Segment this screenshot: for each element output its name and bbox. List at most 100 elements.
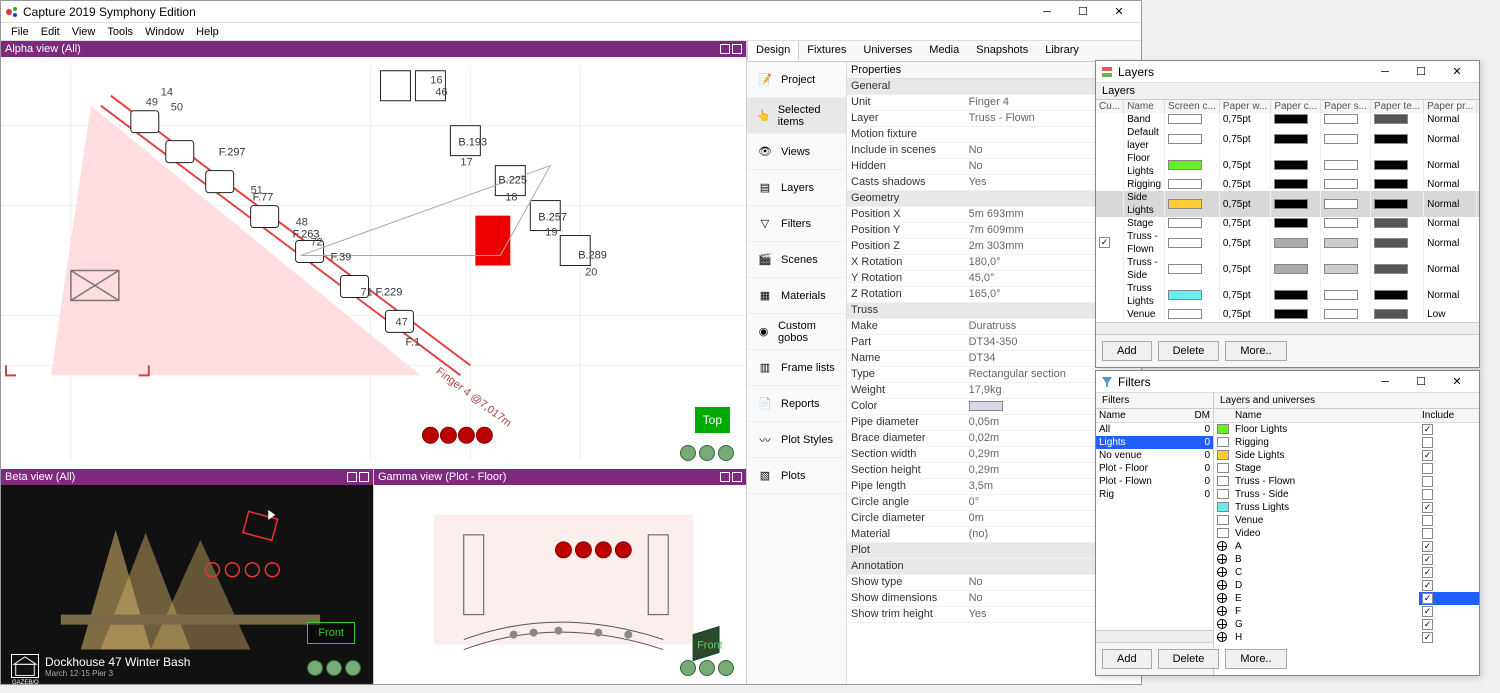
paper-text-swatch[interactable] (1374, 309, 1408, 319)
layers-col-header[interactable]: Cu... (1096, 100, 1124, 113)
menu-tools[interactable]: Tools (101, 26, 139, 38)
tab-universes[interactable]: Universes (855, 41, 921, 61)
filter-target-row[interactable]: Floor Lights (1214, 423, 1479, 437)
paper-color-swatch[interactable] (1274, 160, 1308, 170)
filters-col-name[interactable]: Name (1096, 409, 1182, 423)
alpha-viewport[interactable]: F.297 F.77 F.263 F.39 F.229 F.1 B.193 B.… (1, 57, 746, 469)
layer-row[interactable]: Band0,75ptNormal (1096, 113, 1479, 126)
filter-target-row[interactable]: Video (1214, 527, 1479, 540)
paper-text-swatch[interactable] (1374, 199, 1408, 209)
include-checkbox[interactable] (1422, 502, 1433, 513)
paper-text-swatch[interactable] (1374, 218, 1408, 228)
include-checkbox[interactable] (1422, 515, 1433, 526)
design-nav-scenes[interactable]: 🎬Scenes (747, 242, 846, 278)
paper-color-swatch[interactable] (1274, 179, 1308, 189)
layers-col-header[interactable]: Paper w... (1219, 100, 1270, 113)
paper-priority[interactable]: Low (1424, 308, 1477, 321)
layer-row[interactable]: Default layer0,75ptNormal (1096, 126, 1479, 152)
design-nav-materials[interactable]: ▦Materials (747, 278, 846, 314)
paper-text-swatch[interactable] (1374, 238, 1408, 248)
filter-target-row[interactable]: H (1214, 631, 1479, 644)
maximize-button[interactable]: ☐ (1065, 1, 1101, 23)
include-checkbox[interactable] (1422, 567, 1433, 578)
paper-style-swatch[interactable] (1324, 264, 1358, 274)
include-checkbox[interactable] (1422, 541, 1433, 552)
design-nav-project[interactable]: 📝Project (747, 62, 846, 98)
minimize-button[interactable]: ─ (1029, 1, 1065, 23)
paper-text-swatch[interactable] (1374, 179, 1408, 189)
menu-file[interactable]: File (5, 26, 35, 38)
layers-col-header[interactable]: Paper s... (1321, 100, 1371, 113)
paper-style-swatch[interactable] (1324, 114, 1358, 124)
gamma-tool-2[interactable] (699, 660, 715, 676)
tab-library[interactable]: Library (1037, 41, 1088, 61)
paper-weight[interactable]: 0,75pt (1219, 191, 1270, 217)
filter-row[interactable]: Lights0 (1096, 436, 1213, 449)
layers-table[interactable]: Cu...NameScreen c...Paper w...Paper c...… (1096, 100, 1479, 322)
tab-fixtures[interactable]: Fixtures (799, 41, 855, 61)
layers-maximize-button[interactable]: ☐ (1403, 61, 1439, 83)
close-button[interactable]: ✕ (1101, 1, 1137, 23)
layers-col-header[interactable]: Locked (1477, 100, 1479, 113)
paper-color-swatch[interactable] (1274, 134, 1308, 144)
paper-style-swatch[interactable] (1324, 238, 1358, 248)
layers-minimize-button[interactable]: ─ (1367, 61, 1403, 83)
include-checkbox[interactable] (1422, 450, 1433, 461)
alpha-tool-1[interactable] (680, 445, 696, 461)
alpha-view-mode-button-2[interactable] (732, 44, 742, 54)
menu-help[interactable]: Help (190, 26, 225, 38)
paper-priority[interactable]: Normal (1424, 191, 1477, 217)
filter-row[interactable]: No venue0 (1096, 449, 1213, 462)
include-checkbox[interactable] (1422, 463, 1433, 474)
paper-style-swatch[interactable] (1324, 134, 1358, 144)
layers-delete-button[interactable]: Delete (1158, 341, 1220, 361)
design-nav-filters[interactable]: ▽Filters (747, 206, 846, 242)
filters-add-button[interactable]: Add (1102, 649, 1152, 669)
filters-close-button[interactable]: ✕ (1439, 371, 1475, 393)
paper-color-swatch[interactable] (1274, 114, 1308, 124)
layers-add-button[interactable]: Add (1102, 341, 1152, 361)
design-nav-plot-styles[interactable]: 〰Plot Styles (747, 422, 846, 458)
beta-tool-3[interactable] (345, 660, 361, 676)
current-layer-check[interactable] (1099, 237, 1110, 248)
alpha-view-mode-button-1[interactable] (720, 44, 730, 54)
screen-color-swatch[interactable] (1168, 199, 1202, 209)
include-checkbox[interactable] (1422, 476, 1433, 487)
design-nav-views[interactable]: 👁Views (747, 134, 846, 170)
paper-text-swatch[interactable] (1374, 114, 1408, 124)
beta-tool-2[interactable] (326, 660, 342, 676)
include-checkbox[interactable] (1422, 554, 1433, 565)
filter-targets-list[interactable]: NameIncludeFloor LightsRiggingSide Light… (1214, 409, 1479, 675)
layer-row[interactable]: Floor Lights0,75ptNormal (1096, 152, 1479, 178)
menu-edit[interactable]: Edit (35, 26, 66, 38)
design-nav-reports[interactable]: 📄Reports (747, 386, 846, 422)
gamma-tool-3[interactable] (718, 660, 734, 676)
filter-target-col-name[interactable]: Name (1232, 409, 1419, 423)
layers-more-button[interactable]: More.. (1225, 341, 1286, 361)
filter-target-row[interactable]: F (1214, 605, 1479, 618)
screen-color-swatch[interactable] (1168, 238, 1202, 248)
include-checkbox[interactable] (1422, 632, 1433, 643)
layers-col-header[interactable]: Screen c... (1165, 100, 1220, 113)
paper-weight[interactable]: 0,75pt (1219, 178, 1270, 191)
filter-target-row[interactable]: C (1214, 566, 1479, 579)
menu-view[interactable]: View (66, 26, 102, 38)
filter-target-row[interactable]: Stage (1214, 462, 1479, 475)
paper-weight[interactable]: 0,75pt (1219, 308, 1270, 321)
filter-target-row[interactable]: Truss - Flown (1214, 475, 1479, 488)
filters-minimize-button[interactable]: ─ (1367, 371, 1403, 393)
paper-color-swatch[interactable] (1274, 199, 1308, 209)
screen-color-swatch[interactable] (1168, 218, 1202, 228)
color-swatch[interactable] (969, 401, 1003, 411)
paper-style-swatch[interactable] (1324, 199, 1358, 209)
layer-row[interactable]: Venue0,75ptLow (1096, 308, 1479, 321)
filter-row[interactable]: Plot - Floor0 (1096, 462, 1213, 475)
paper-color-swatch[interactable] (1274, 309, 1308, 319)
filters-maximize-button[interactable]: ☐ (1403, 371, 1439, 393)
filter-target-row[interactable]: E (1214, 592, 1479, 605)
paper-color-swatch[interactable] (1274, 218, 1308, 228)
filters-left-scroll-h[interactable] (1096, 630, 1213, 642)
paper-priority[interactable]: Normal (1424, 217, 1477, 230)
filter-target-row[interactable]: G (1214, 618, 1479, 631)
beta-tool-1[interactable] (307, 660, 323, 676)
